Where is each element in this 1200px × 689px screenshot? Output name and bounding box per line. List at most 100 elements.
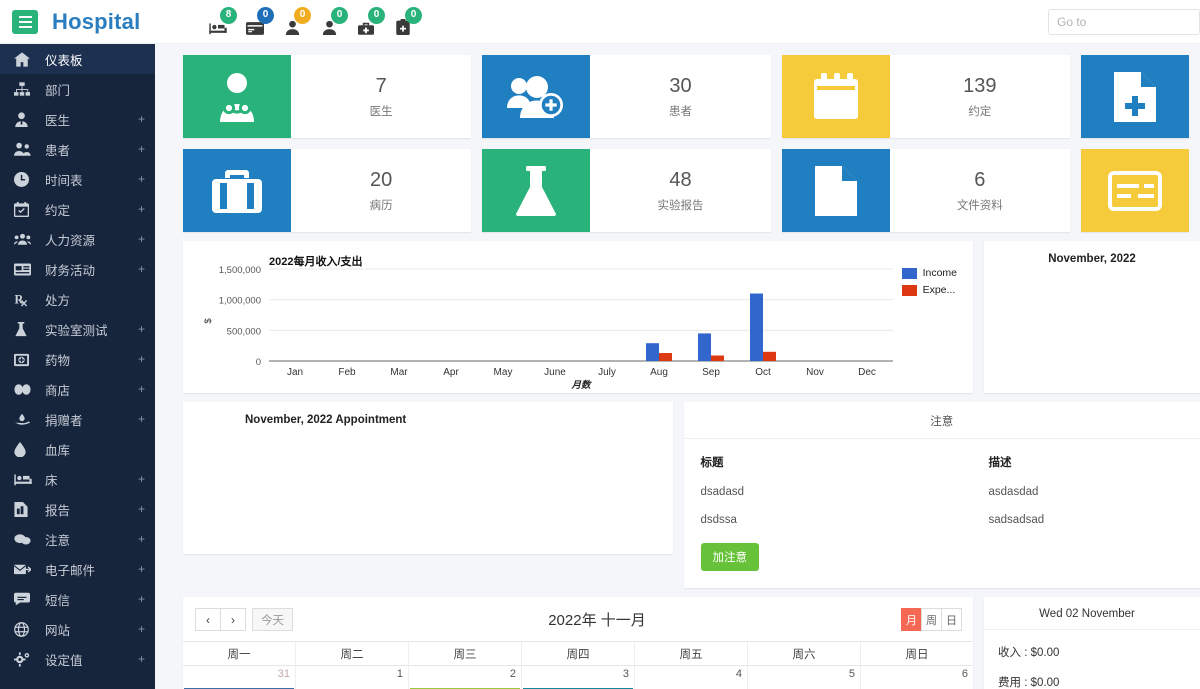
stat-card-5[interactable]: 48 实验报告 [482, 149, 771, 232]
top-icon-bed-icon[interactable]: 8 [207, 6, 237, 35]
calendar-view-switch[interactable]: 月周日 [901, 608, 962, 631]
finance-icon [14, 261, 36, 277]
sidebar-item-0[interactable]: 仪表板 [0, 44, 155, 74]
calendar-view-1[interactable]: 周 [921, 608, 942, 631]
svg-text:Mar: Mar [390, 367, 408, 378]
sidebar-item-16[interactable]: 注意 + [0, 524, 155, 554]
top-icon-card-icon[interactable]: 0 [244, 6, 274, 35]
expand-plus-icon[interactable]: + [138, 263, 145, 275]
sidebar[interactable]: 仪表板 部门 医生 + 患者 + 时间表 + 约定 + 人力资源 + 财务活动 + R 处方 实验室测试 + 药物 +… [0, 44, 155, 689]
expand-plus-icon[interactable]: + [138, 323, 145, 335]
add-note-button[interactable]: 加注意 [700, 543, 760, 571]
clock-icon [14, 171, 36, 187]
note-title: dsdssa [700, 514, 737, 526]
expand-plus-icon[interactable]: + [138, 113, 145, 125]
calendar-day-cell[interactable]: 3 [522, 666, 634, 689]
legend-item-0: Income [901, 267, 957, 279]
stat-card-4[interactable]: 20 病历 [183, 149, 472, 232]
stat-card-0[interactable]: 7 医生 [183, 55, 472, 138]
expand-plus-icon[interactable]: + [138, 473, 145, 485]
sidebar-item-label: 财务活动 [45, 263, 96, 278]
sidebar-item-3[interactable]: 患者 + [0, 134, 155, 164]
sidebar-item-13[interactable]: 血库 [0, 434, 155, 464]
sidebar-item-7[interactable]: 财务活动 + [0, 254, 155, 284]
chevron-right-icon[interactable]: › [220, 608, 246, 631]
calendar-day-cell[interactable]: 31 [183, 666, 295, 689]
medicine-icon [14, 351, 36, 367]
sidebar-item-label: 时间表 [45, 173, 83, 188]
expand-plus-icon[interactable]: + [138, 533, 145, 545]
sidebar-item-9[interactable]: 实验室测试 + [0, 314, 155, 344]
sidebar-item-1[interactable]: 部门 [0, 74, 155, 104]
stat-card-7[interactable] [1080, 149, 1189, 232]
chart-area: 0 500,000 1,000,000 1,500,000 $ Jan Feb Mar Apr M… [183, 241, 973, 393]
month-panel-title: November, 2022 [1048, 253, 1136, 265]
top-icon-medical-bag-icon[interactable]: 0 [355, 6, 385, 35]
stat-card-3[interactable] [1080, 55, 1189, 138]
sidebar-item-17[interactable]: 电子邮件 + [0, 554, 155, 584]
calendar-day-number: 4 [735, 668, 742, 680]
sidebar-item-4[interactable]: 时间表 + [0, 164, 155, 194]
top-icon-clipboard-icon[interactable]: 0 [392, 6, 422, 35]
notes-table-header-row: 标题 描述 [684, 439, 1200, 470]
expand-plus-icon[interactable]: + [138, 233, 145, 245]
expand-plus-icon[interactable]: + [138, 593, 145, 605]
stat-body: 139 约定 [890, 55, 1070, 138]
search-input[interactable] [1048, 8, 1200, 35]
svg-text:月数: 月数 [570, 379, 592, 391]
stat-card-1[interactable]: 30 患者 [482, 55, 771, 138]
svg-text:July: July [598, 367, 616, 378]
stat-value: 20 [370, 168, 393, 191]
calendar-dayname: 周六 [748, 642, 860, 666]
stat-card-6[interactable]: 6 文件资料 [781, 149, 1070, 232]
sidebar-item-5[interactable]: 约定 + [0, 194, 155, 224]
sidebar-item-8[interactable]: R 处方 [0, 284, 155, 314]
stat-body: 7 医生 [291, 55, 471, 138]
sidebar-item-15[interactable]: 报告 + [0, 494, 155, 524]
calendar-day-number: 3 [622, 668, 629, 680]
expand-plus-icon[interactable]: + [138, 143, 145, 155]
expand-plus-icon[interactable]: + [138, 503, 145, 515]
svg-text:Sep: Sep [702, 367, 720, 378]
calendar-day-cell[interactable]: 4 [635, 666, 747, 689]
sidebar-item-label: 约定 [45, 203, 71, 218]
calendar-view-0[interactable]: 月 [901, 608, 922, 631]
badge-count: 0 [368, 6, 385, 24]
note-desc: asdasdad [988, 486, 1039, 498]
expand-plus-icon[interactable]: + [138, 353, 145, 365]
sidebar-item-20[interactable]: 设定值 + [0, 644, 155, 674]
calendar-day-cell[interactable]: 2 [409, 666, 521, 689]
stat-body: 6 文件资料 [890, 149, 1070, 232]
hamburger-icon[interactable] [12, 9, 38, 34]
calendar-row: ‹ › 今天 2022年 十一月 月周日 周一 31 周二 1 周三 2 周四 3 周五 4 周六 5… [155, 588, 1200, 689]
expand-plus-icon[interactable]: + [138, 203, 145, 215]
expand-plus-icon[interactable]: + [138, 563, 145, 575]
calendar-today-button[interactable]: 今天 [252, 608, 293, 631]
chevron-left-icon[interactable]: ‹ [195, 608, 221, 631]
calendar-day-number: 31 [277, 668, 290, 680]
sidebar-item-14[interactable]: 床 + [0, 464, 155, 494]
top-icon-user-alt-icon[interactable]: 0 [318, 6, 348, 35]
expand-plus-icon[interactable]: + [138, 623, 145, 635]
sidebar-item-19[interactable]: 网站 + [0, 614, 155, 644]
expand-plus-icon[interactable]: + [138, 173, 145, 185]
top-icon-user-icon[interactable]: 0 [281, 6, 311, 35]
calendar-view-2[interactable]: 日 [941, 608, 962, 631]
sidebar-item-label: 短信 [45, 593, 71, 608]
stat-card-2[interactable]: 139 约定 [781, 55, 1070, 138]
sidebar-item-12[interactable]: 捐赠者 + [0, 404, 155, 434]
expand-plus-icon[interactable]: + [138, 653, 145, 665]
sidebar-item-18[interactable]: 短信 + [0, 584, 155, 614]
sidebar-item-2[interactable]: 医生 + [0, 104, 155, 134]
expand-plus-icon[interactable]: + [138, 413, 145, 425]
calendar-day-cell[interactable]: 6 [861, 666, 973, 689]
calendar-day-cell[interactable]: 1 [296, 666, 408, 689]
sidebar-item-10[interactable]: 药物 + [0, 344, 155, 374]
sidebar-item-11[interactable]: 商店 + [0, 374, 155, 404]
calendar-day-cell[interactable]: 5 [748, 666, 860, 689]
expand-plus-icon[interactable]: + [138, 383, 145, 395]
patients-add-icon [482, 55, 591, 138]
badge-count: 0 [257, 6, 274, 24]
sidebar-item-6[interactable]: 人力资源 + [0, 224, 155, 254]
stat-cards: 7 医生 30 患者 139 约定 20 病历 48 实验报告 6 文件资料 [155, 44, 1200, 232]
